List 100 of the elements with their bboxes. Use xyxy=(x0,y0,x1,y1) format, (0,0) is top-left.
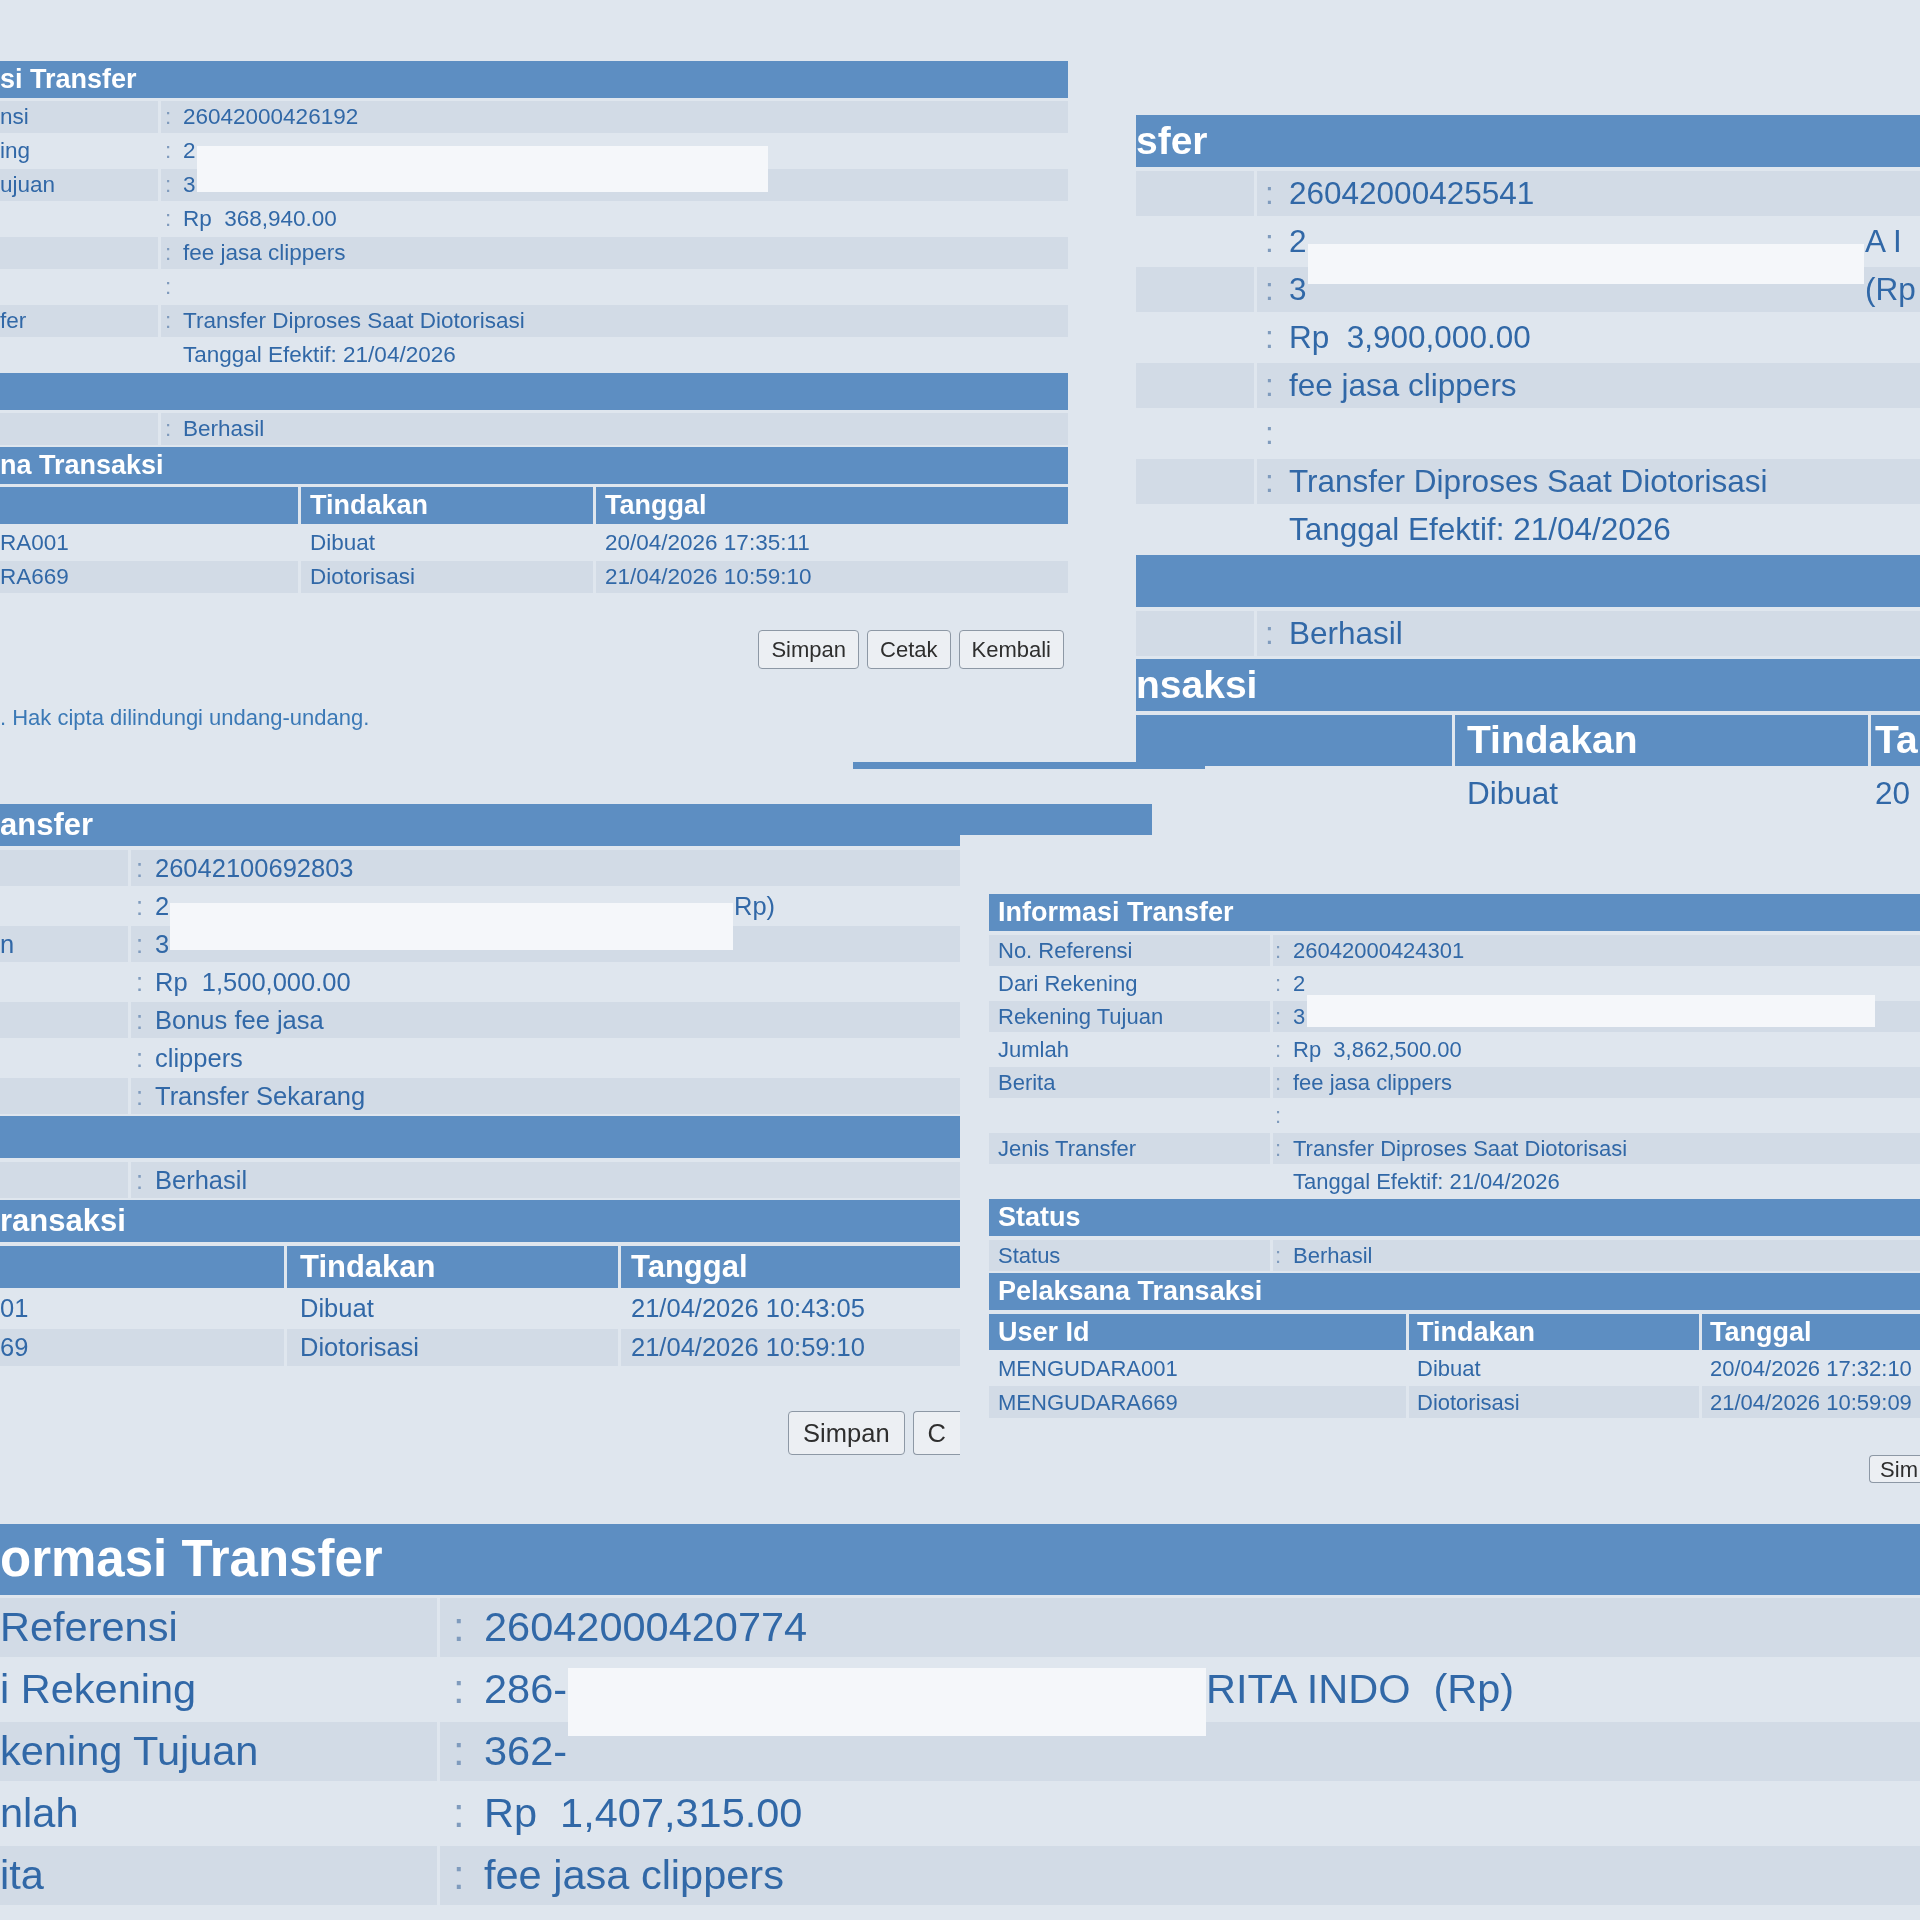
table-cell: Diotorisasi xyxy=(301,561,593,593)
colon-separator: : xyxy=(453,1788,465,1839)
field-value: fee jasa clippers xyxy=(1293,1069,1452,1097)
column-header: Tindakan xyxy=(1409,1314,1699,1350)
field-value: 3 xyxy=(1293,1003,1306,1031)
column-header: Tanggal xyxy=(1702,1314,1920,1350)
colon-separator: : xyxy=(1275,1242,1282,1270)
field-value-fragment: RITA INDO (Rp) xyxy=(1206,1664,1515,1715)
field-label: Jenis Transfer xyxy=(989,1133,1270,1164)
field-value: 26042000426192 xyxy=(183,103,359,132)
table-cell: 69 xyxy=(0,1329,284,1366)
field-value: Rp 1,500,000.00 xyxy=(155,966,351,998)
field-value: 3 xyxy=(183,171,196,200)
table-cell-text: Dibuat xyxy=(1416,1354,1482,1383)
field-value: Rp 368,940.00 xyxy=(183,205,337,234)
colon-separator: : xyxy=(1275,970,1282,998)
field-value: 26042000424301 xyxy=(1293,937,1465,965)
colon-separator: : xyxy=(165,273,172,302)
action-button[interactable]: C xyxy=(912,1411,960,1455)
table-cell: 21/04/2026 10:59:09 xyxy=(1702,1386,1920,1418)
field-value: fee jasa clippers xyxy=(484,1850,784,1901)
section-header: Status xyxy=(989,1199,1920,1236)
field-value: 26042000420774 xyxy=(484,1602,808,1653)
action-button[interactable]: Cetak xyxy=(867,630,951,669)
column-header: Tanggal xyxy=(621,1246,960,1288)
colon-separator: : xyxy=(1275,1036,1282,1064)
colon-separator: : xyxy=(165,415,172,444)
field-label: Berita xyxy=(989,1067,1270,1098)
colon-separator: : xyxy=(1275,1102,1282,1130)
field-value: Berhasil xyxy=(1293,1242,1373,1270)
action-button[interactable]: Simpan xyxy=(758,630,860,669)
section-header: na Transaksi xyxy=(0,447,1068,484)
colon-separator: : xyxy=(165,171,172,200)
section-header: ormasi Transfer xyxy=(0,1524,1920,1595)
field-value: 26042100692803 xyxy=(155,852,354,884)
colon-separator: : xyxy=(1275,1069,1282,1097)
field-value: fee jasa clippers xyxy=(183,239,346,268)
field-value: Tanggal Efektif: 21/04/2026 xyxy=(1293,1168,1560,1196)
column-header: Tindakan xyxy=(301,487,593,524)
field-value: 2 xyxy=(1289,221,1307,261)
field-label: No. Referensi xyxy=(989,935,1270,966)
field-label: ing xyxy=(0,137,32,166)
field-value: 2 xyxy=(1293,970,1306,998)
field-value: 2 xyxy=(155,890,170,922)
action-button[interactable]: Sim xyxy=(1869,1455,1920,1483)
field-label: ita xyxy=(0,1846,437,1905)
table-cell-text: Dibuat xyxy=(309,529,377,558)
field-value: Transfer Diproses Saat Diotorisasi xyxy=(1293,1135,1628,1163)
field-value: Rp 1,407,315.00 xyxy=(484,1788,803,1839)
section-header: Pelaksana Transaksi xyxy=(989,1273,1920,1310)
colon-separator: : xyxy=(1265,461,1274,501)
table-cell-text: 01 xyxy=(0,1293,30,1325)
field-value: Tanggal Efektif: 21/04/2026 xyxy=(183,341,456,370)
colon-separator: : xyxy=(1265,173,1274,213)
field-value: clippers xyxy=(155,1042,243,1074)
colon-separator: : xyxy=(165,103,172,132)
field-label: nsi xyxy=(0,101,158,133)
field-value: 286- xyxy=(484,1664,568,1715)
section-header: ransaksi xyxy=(0,1200,960,1242)
copyright-text: . Hak cipta dilindungi undang-undang. xyxy=(0,704,370,732)
field-label: Referensi xyxy=(0,1598,437,1657)
field-label: Jumlah xyxy=(997,1036,1070,1064)
field-value-fragment: Rp) xyxy=(734,890,776,922)
colon-separator: : xyxy=(1265,269,1274,309)
section-header: Informasi Transfer xyxy=(989,894,1920,931)
colon-separator: : xyxy=(165,137,172,166)
table-cell: 21/04/2026 10:59:10 xyxy=(621,1329,960,1366)
colon-separator: : xyxy=(136,1042,144,1074)
action-button[interactable]: Simpan xyxy=(788,1411,905,1455)
field-value: Transfer Diproses Saat Diotorisasi xyxy=(1289,461,1768,501)
table-cell-text: 21/04/2026 10:43:05 xyxy=(630,1293,866,1325)
field-label: Dari Rekening xyxy=(997,970,1139,998)
colon-separator: : xyxy=(136,1004,144,1036)
field-value: Berhasil xyxy=(155,1164,248,1196)
field-value: 3 xyxy=(155,928,170,960)
column-header: Tindakan xyxy=(287,1246,618,1288)
colon-separator: : xyxy=(165,307,172,336)
field-value: 26042000425541 xyxy=(1289,173,1535,213)
field-value: Berhasil xyxy=(183,415,265,444)
section-header: sfer xyxy=(1136,115,1920,167)
action-button[interactable]: Kembali xyxy=(958,630,1064,669)
field-label: n xyxy=(0,926,128,962)
field-value: Transfer Sekarang xyxy=(155,1080,366,1112)
field-value: Tanggal Efektif: 21/04/2026 xyxy=(1289,509,1671,549)
colon-separator: : xyxy=(1275,1135,1282,1163)
table-cell-text: 20/04/2026 17:35:11 xyxy=(604,529,811,558)
colon-separator: : xyxy=(136,928,144,960)
colon-separator: : xyxy=(136,890,144,922)
colon-separator: : xyxy=(1275,937,1282,965)
colon-separator: : xyxy=(453,1850,465,1901)
field-label: nlah xyxy=(0,1788,80,1839)
column-header: Ta xyxy=(1871,715,1920,766)
section-header: si Transfer xyxy=(0,61,1068,98)
field-value: 2 xyxy=(183,137,196,166)
table-cell-text: Dibuat xyxy=(299,1293,375,1325)
table-cell-text: 20/04/2026 17:32:10 xyxy=(1709,1354,1913,1383)
field-value: Rp 3,862,500.00 xyxy=(1293,1036,1462,1064)
table-cell: 21/04/2026 10:59:10 xyxy=(596,561,1068,593)
colon-separator: : xyxy=(136,852,144,884)
table-cell: Diotorisasi xyxy=(1409,1386,1699,1418)
